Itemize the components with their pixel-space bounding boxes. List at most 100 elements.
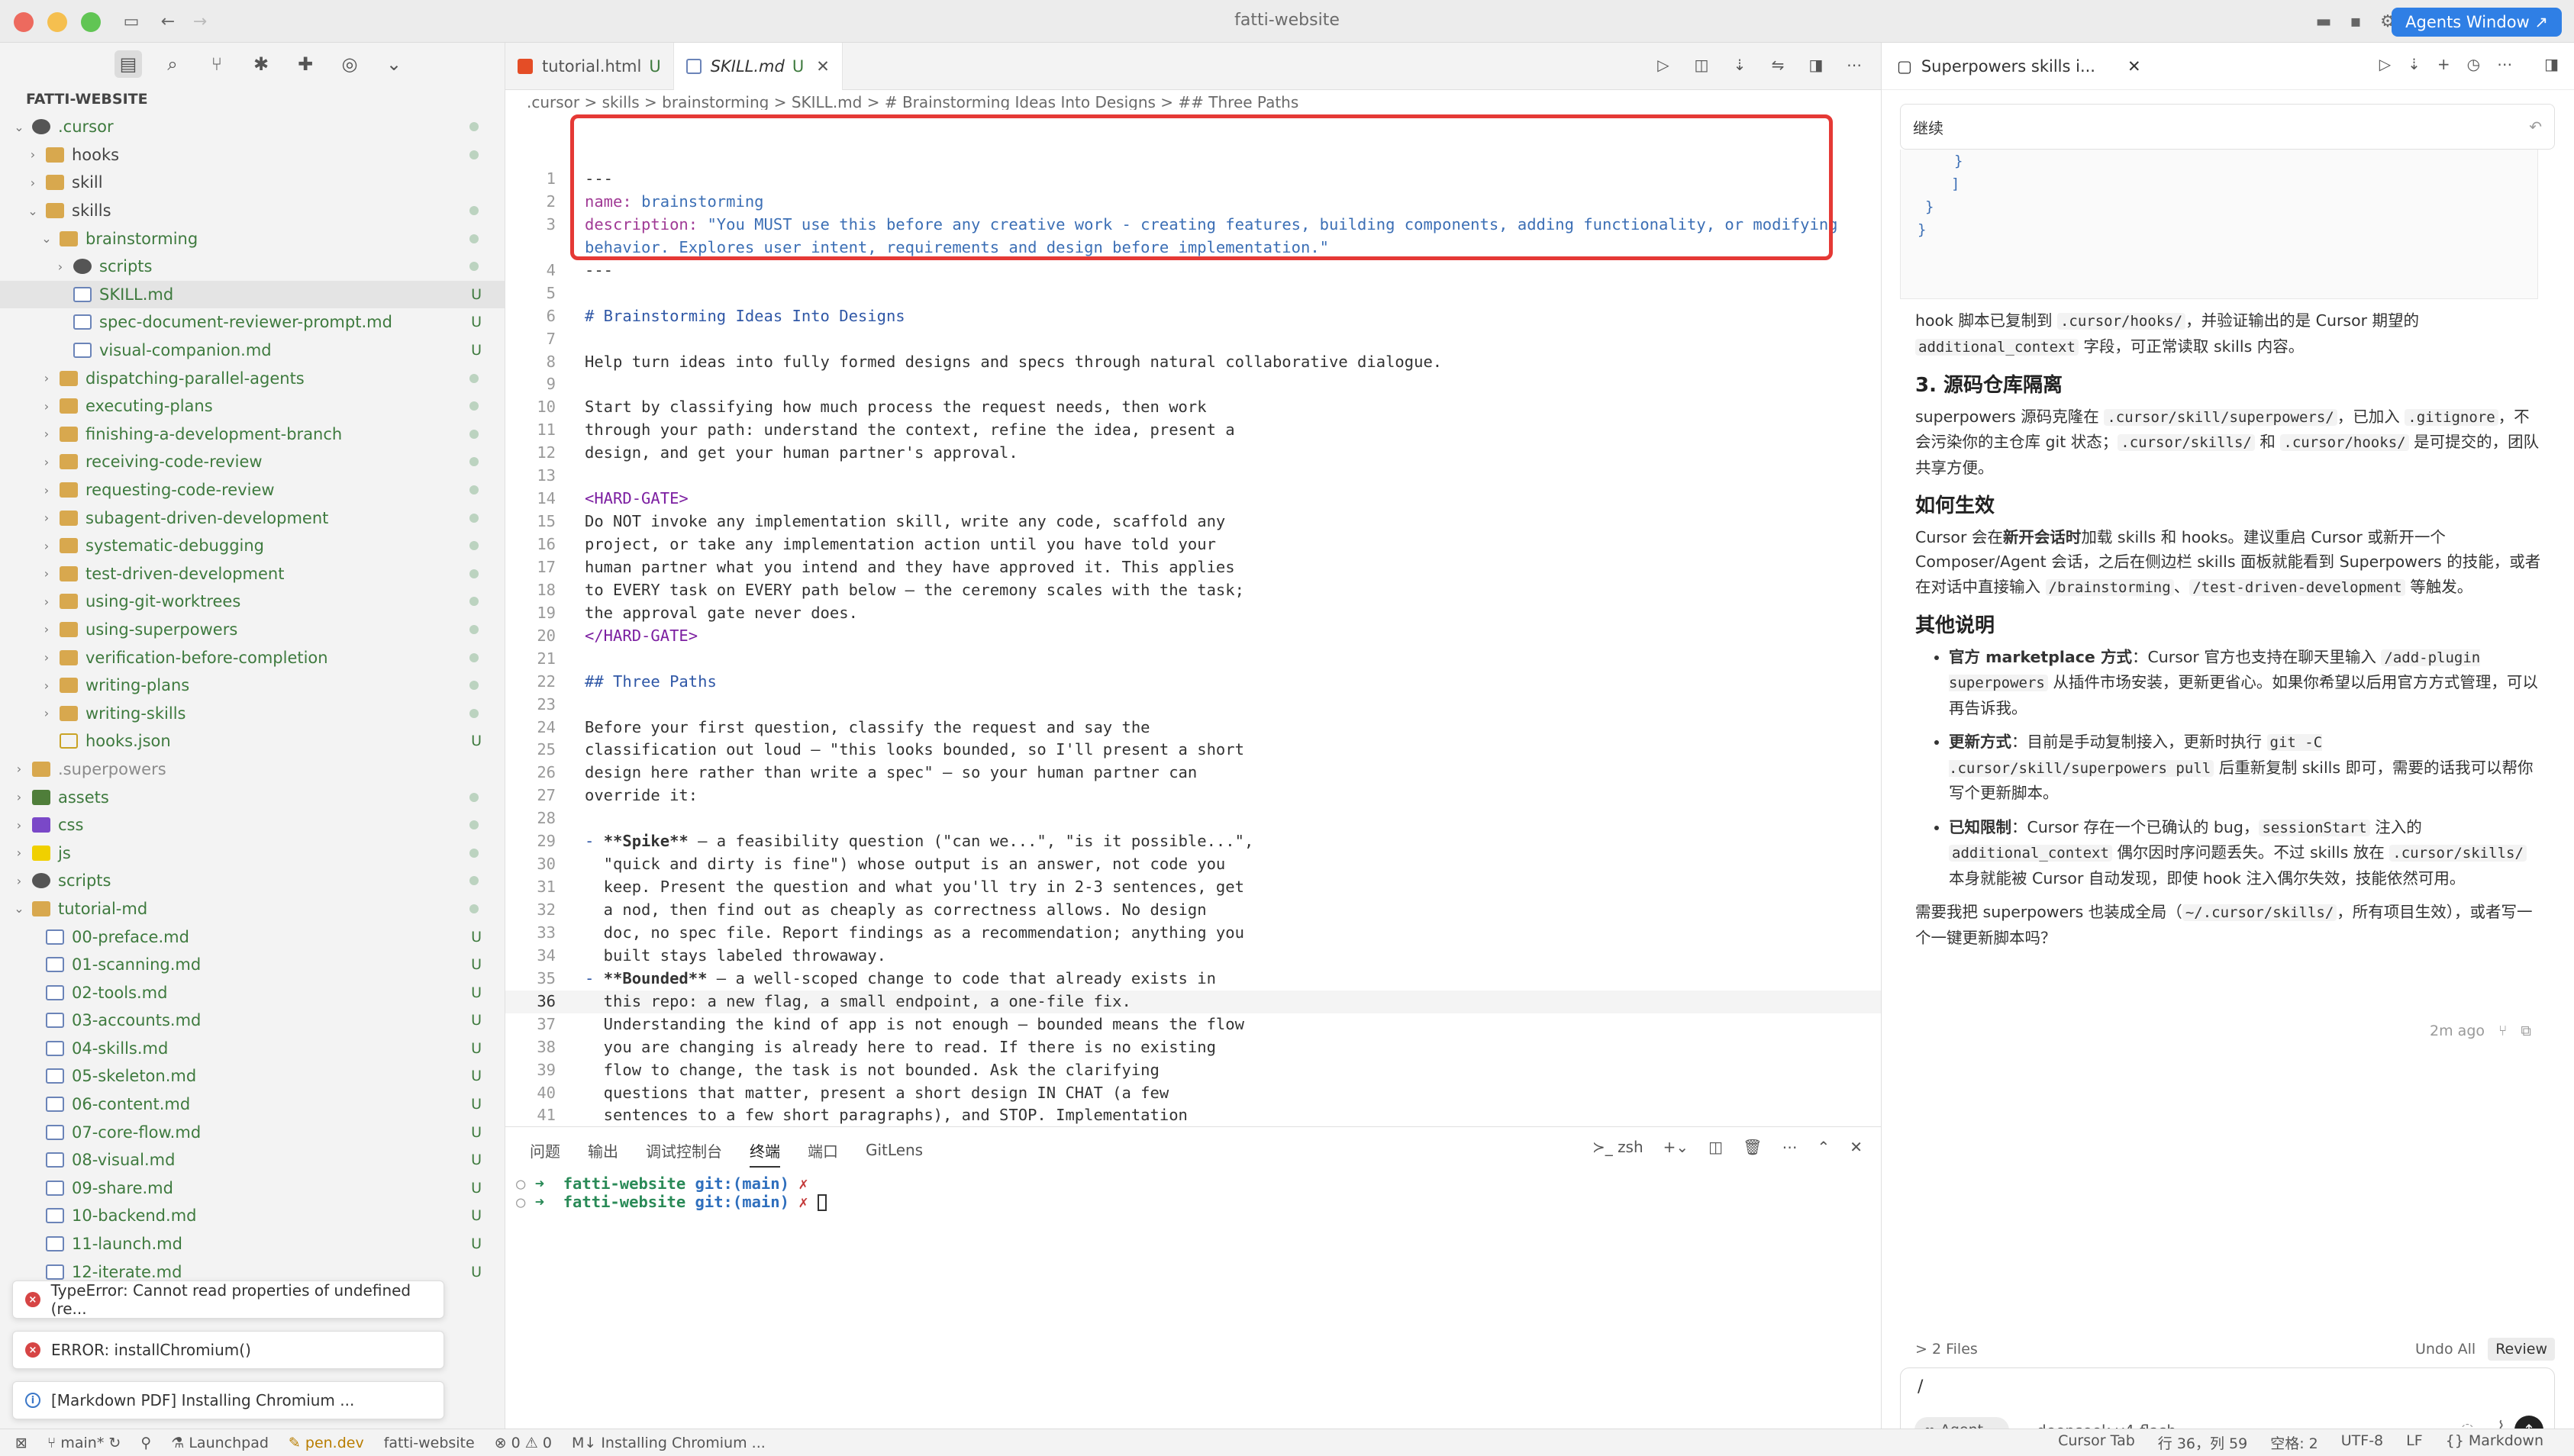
code-line[interactable]: 36 this repo: a new flag, a small endpoi… xyxy=(505,990,1881,1013)
tab-tutorial-html[interactable]: tutorial.html U xyxy=(505,43,674,90)
code-line[interactable]: 40 questions that matter, present a shor… xyxy=(505,1082,1881,1105)
tab-problems[interactable]: 问题 xyxy=(530,1139,560,1161)
accounts-icon[interactable]: ⚲ xyxy=(140,1435,151,1451)
tree-item[interactable]: › executing-plans xyxy=(0,392,505,420)
tree-item[interactable]: spec-document-reviewer-prompt.md U xyxy=(0,308,505,337)
source-control-icon[interactable]: ⑂ xyxy=(203,50,231,78)
chevron-right-icon[interactable]: › xyxy=(24,147,41,162)
layout-icon[interactable]: ▬ xyxy=(2311,9,2336,34)
tree-item[interactable]: 07-core-flow.md U xyxy=(0,1118,505,1146)
code-line[interactable]: 30 "quick and dirty is fine") whose outp… xyxy=(505,853,1881,876)
chevron-right-icon[interactable]: › xyxy=(24,176,41,190)
run-icon[interactable]: ▷ xyxy=(2379,55,2391,73)
code-line[interactable]: 4 --- xyxy=(505,259,1881,282)
code-line[interactable]: 16 project, or take any implementation ac… xyxy=(505,533,1881,556)
explorer-section-title[interactable]: FATTI-WEBSITE xyxy=(0,85,505,113)
tree-item[interactable]: ⌄ skills xyxy=(0,197,505,225)
tree-item[interactable]: › .superpowers xyxy=(0,755,505,784)
more-actions-icon[interactable]: ⋯ xyxy=(1843,53,1866,76)
code-line[interactable]: 8 Help turn ideas into fully formed desig… xyxy=(505,351,1881,374)
indentation[interactable]: 空格: 2 xyxy=(2270,1432,2318,1453)
code-line[interactable]: 39 flow to change, the task is not bound… xyxy=(505,1059,1881,1082)
tab-gitlens[interactable]: GitLens xyxy=(866,1141,923,1159)
tree-item[interactable]: 09-share.md U xyxy=(0,1174,505,1203)
code-editor[interactable]: 1 --- 2 name: brainstorming 3 description: "Y… xyxy=(505,168,1881,1173)
chevron-right-icon[interactable]: › xyxy=(52,259,69,274)
tree-item[interactable]: › writing-skills xyxy=(0,699,505,727)
launchpad-item[interactable]: ⚗ Launchpad xyxy=(171,1435,269,1451)
tree-item[interactable]: 06-content.md U xyxy=(0,1090,505,1119)
chevron-right-icon[interactable]: › xyxy=(38,427,55,441)
code-line[interactable]: 31 keep. Present the question and what y… xyxy=(505,876,1881,899)
tree-item[interactable]: › using-superpowers xyxy=(0,616,505,644)
language-mode[interactable]: {} Markdown xyxy=(2446,1432,2543,1453)
tree-item[interactable]: 10-backend.md U xyxy=(0,1202,505,1230)
code-line[interactable]: 5 xyxy=(505,282,1881,305)
undo-icon[interactable]: ↶ xyxy=(2529,118,2542,136)
tree-item[interactable]: › scripts xyxy=(0,867,505,895)
code-line[interactable]: 12 design, and get your human partner's a… xyxy=(505,442,1881,465)
problems-count[interactable]: ⊗ 0 ⚠ 0 xyxy=(495,1435,552,1451)
chat-title[interactable]: Superpowers skills i... xyxy=(1921,57,2095,76)
chevron-right-icon[interactable]: › xyxy=(11,762,27,776)
code-line[interactable]: 13 xyxy=(505,465,1881,488)
remote-icon[interactable]: ⊠ xyxy=(15,1435,27,1451)
chevron-right-icon[interactable]: › xyxy=(38,706,55,720)
cursor-position[interactable]: 行 36，列 59 xyxy=(2158,1432,2247,1453)
pen-item[interactable]: ✎ pen.dev xyxy=(289,1435,364,1451)
tab-skill-md[interactable]: SKILL.md U ✕ xyxy=(673,43,843,90)
tree-item[interactable]: › verification-before-completion xyxy=(0,643,505,672)
code-line[interactable]: 41 sentences to a few short paragraphs),… xyxy=(505,1104,1881,1127)
split-editor-icon[interactable]: ◨ xyxy=(1805,53,1827,76)
toggle-panel-icon[interactable]: ◨ xyxy=(2544,55,2559,73)
close-tab-icon[interactable]: ✕ xyxy=(816,57,830,76)
search-icon[interactable]: ⌕ xyxy=(159,50,186,78)
agents-window-button[interactable]: Agents Window ↗ xyxy=(2392,8,2562,37)
code-line[interactable]: 11 through your path: understand the cont… xyxy=(505,419,1881,442)
encoding[interactable]: UTF-8 xyxy=(2341,1432,2383,1453)
changed-files-toggle[interactable]: > 2 Files xyxy=(1915,1341,1978,1358)
tree-item[interactable]: › css xyxy=(0,811,505,839)
maximize-panel-icon[interactable]: ⌃ xyxy=(1817,1138,1830,1156)
tree-item[interactable]: ⌄ brainstorming xyxy=(0,224,505,253)
code-line[interactable]: 29 - **Spike** — a feasibility question (… xyxy=(505,830,1881,853)
chevron-right-icon[interactable]: › xyxy=(11,874,27,888)
chevron-down-icon[interactable]: ⌄ xyxy=(11,901,27,916)
chevron-right-icon[interactable]: › xyxy=(38,511,55,525)
code-line[interactable]: 20 </HARD-GATE> xyxy=(505,625,1881,648)
user-message-continue[interactable]: 继续 ↶ xyxy=(1900,104,2555,150)
code-line[interactable]: 38 you are changing is already here to r… xyxy=(505,1036,1881,1059)
split-terminal-icon[interactable]: ◫ xyxy=(1708,1138,1723,1156)
code-line[interactable]: 15 Do NOT invoke any implementation skill… xyxy=(505,511,1881,533)
tree-item[interactable]: 02-tools.md U xyxy=(0,978,505,1007)
chevron-right-icon[interactable]: › xyxy=(38,622,55,636)
code-line[interactable]: 37 Understanding the kind of app is not … xyxy=(505,1013,1881,1036)
code-line[interactable]: 28 xyxy=(505,807,1881,830)
code-line[interactable]: 35 - **Bounded** — a well-scoped change t… xyxy=(505,968,1881,991)
code-line[interactable]: 19 the approval gate never does. xyxy=(505,602,1881,625)
timeline-icon[interactable]: ⇣ xyxy=(1728,53,1751,76)
tree-item[interactable]: 00-preface.md U xyxy=(0,923,505,951)
chevron-right-icon[interactable]: › xyxy=(11,846,27,860)
code-line[interactable]: 23 xyxy=(505,694,1881,717)
code-line[interactable]: 27 override it: xyxy=(505,784,1881,807)
code-line[interactable]: 25 classification out loud — "this looks … xyxy=(505,739,1881,762)
tree-item[interactable]: SKILL.md U xyxy=(0,280,505,309)
tree-item[interactable]: › finishing-a-development-branch xyxy=(0,420,505,449)
tree-item[interactable]: › test-driven-development xyxy=(0,560,505,588)
chevron-right-icon[interactable]: › xyxy=(38,371,55,385)
tree-item[interactable]: › scripts xyxy=(0,253,505,281)
tree-item[interactable]: ⌄ tutorial-md xyxy=(0,895,505,923)
branch-status[interactable]: ⑂ main* ↻ xyxy=(47,1435,121,1451)
tree-item[interactable]: › subagent-driven-development xyxy=(0,504,505,532)
chevron-right-icon[interactable]: › xyxy=(38,455,55,469)
code-line[interactable]: 18 to EVERY task on EVERY path below — th… xyxy=(505,579,1881,602)
copy-icon[interactable]: ⧉ xyxy=(2521,1023,2531,1039)
code-line[interactable]: 24 Before your first question, classify t… xyxy=(505,717,1881,739)
more-icon[interactable]: ⋯ xyxy=(2497,55,2512,73)
tab-ports[interactable]: 端口 xyxy=(808,1139,838,1161)
terminal-output[interactable]: ○ ➜ fatti-website git:(main) ✗ ○ ➜ fatti… xyxy=(505,1174,1881,1211)
remote-icon[interactable]: ◎ xyxy=(336,50,363,78)
tree-item[interactable]: › writing-plans xyxy=(0,672,505,700)
chevron-right-icon[interactable]: › xyxy=(11,818,27,833)
